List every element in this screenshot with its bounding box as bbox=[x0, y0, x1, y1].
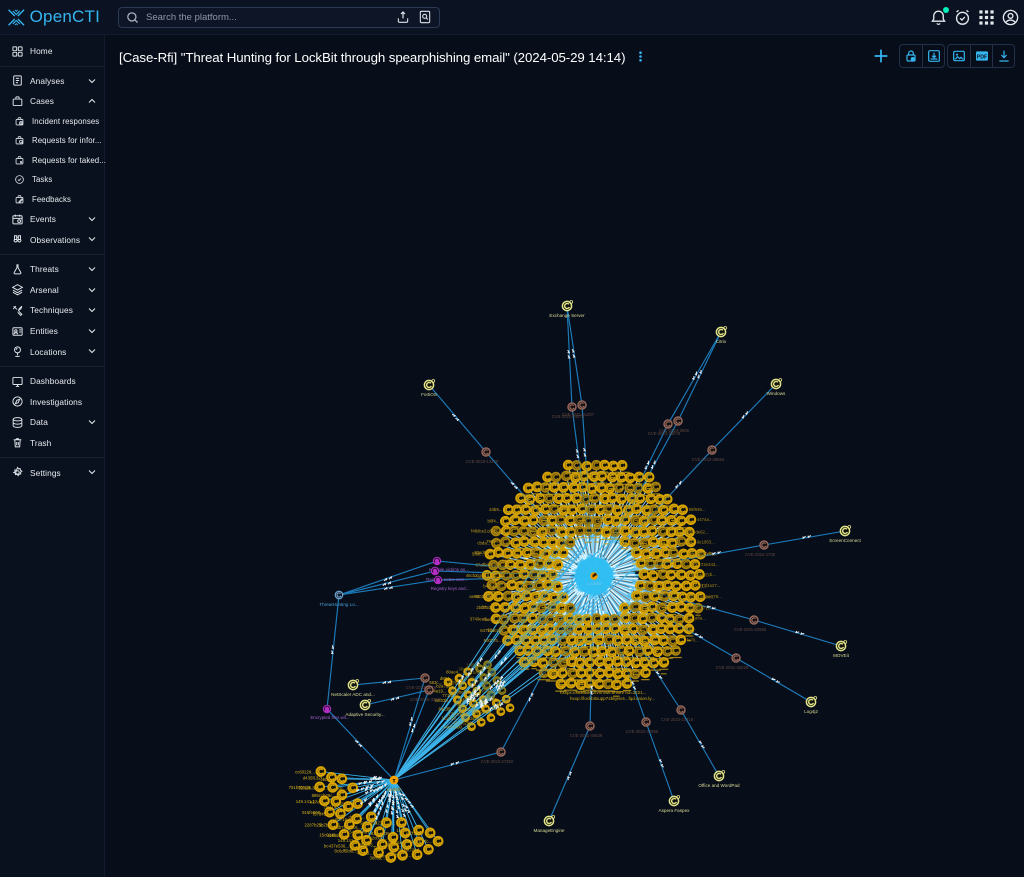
svg-text:CVE-2024-1708: CVE-2024-1708 bbox=[745, 552, 776, 557]
svg-text:Registry keys and...: Registry keys and... bbox=[431, 586, 470, 591]
svg-text:80ae4...: 80ae4... bbox=[446, 670, 462, 675]
svg-text:Windows: Windows bbox=[767, 391, 786, 396]
svg-text:ThreatHunting Lo...: ThreatHunting Lo... bbox=[319, 602, 358, 607]
svg-text:Log4j2: Log4j2 bbox=[804, 709, 818, 714]
svg-text:CVE-2018-13379: CVE-2018-13379 bbox=[466, 459, 499, 464]
svg-text:Citrix: Citrix bbox=[716, 339, 727, 344]
svg-text:30ad82...: 30ad82... bbox=[474, 550, 492, 555]
svg-text:LockBit: LockBit bbox=[387, 787, 403, 792]
svg-text:Encrypted files wit...: Encrypted files wit... bbox=[310, 715, 349, 720]
svg-text:hxxp://lockbitsupp74bkjeiv4...: hxxp://lockbitsupp74bkjeiv4...fqd.onion.… bbox=[570, 696, 655, 701]
svg-text:Adaptive Security...: Adaptive Security... bbox=[345, 712, 384, 717]
svg-text:bc437e536...: bc437e536... bbox=[324, 843, 349, 848]
svg-text:FortiOS: FortiOS bbox=[421, 392, 437, 397]
svg-text:CVE-2021-44228: CVE-2021-44228 bbox=[716, 665, 749, 670]
svg-text:hxxps://lockbitks2tvnmwk.onion: hxxps://lockbitks2tvnmwk.onion/?id=3221.… bbox=[560, 690, 646, 695]
svg-text:0ddb1d7fc...: 0ddb1d7fc... bbox=[408, 839, 432, 844]
svg-text:MOVEit: MOVEit bbox=[833, 653, 850, 658]
svg-text:149.141.1...: 149.141.1... bbox=[296, 799, 319, 804]
svg-text:a8a...: a8a... bbox=[695, 616, 706, 621]
svg-text:b0f4...: b0f4... bbox=[487, 519, 499, 524]
svg-text:7909...: 7909... bbox=[486, 539, 499, 544]
svg-text:ee878...: ee878... bbox=[706, 594, 722, 599]
svg-text:31e15d...: 31e15d... bbox=[482, 573, 500, 578]
svg-text:2eb2...: 2eb2... bbox=[495, 529, 508, 534]
svg-text:Exchange Server: Exchange Server bbox=[549, 313, 585, 318]
svg-text:Ransom notes nam...: Ransom notes nam... bbox=[426, 577, 468, 582]
svg-text:ManageEngine: ManageEngine bbox=[534, 828, 565, 833]
svg-text:2177...: 2177... bbox=[492, 583, 505, 588]
svg-text:2287b21c...: 2287b21c... bbox=[305, 823, 327, 828]
svg-text:CVE-2023-27350: CVE-2023-27350 bbox=[481, 759, 514, 764]
svg-text:Office and WordPad: Office and WordPad bbox=[698, 783, 740, 788]
svg-text:CVE-2022-47986: CVE-2022-47986 bbox=[626, 729, 659, 734]
svg-text:fcbc3f7...: fcbc3f7... bbox=[484, 594, 501, 599]
svg-text:73f4a27...: 73f4a27... bbox=[701, 583, 720, 588]
svg-text:6e6d...: 6e6d... bbox=[485, 617, 498, 622]
svg-text:3e1953...: 3e1953... bbox=[697, 539, 715, 544]
svg-text:f7f92c1...: f7f92c1... bbox=[481, 605, 499, 610]
svg-text:15c024f...: 15c024f... bbox=[319, 832, 338, 837]
svg-text:55f945...: 55f945... bbox=[689, 507, 706, 512]
svg-text:98dcc16...: 98dcc16... bbox=[487, 627, 507, 632]
svg-text:de62...: de62... bbox=[695, 530, 708, 535]
svg-text:751b70528...: 751b70528... bbox=[289, 785, 314, 790]
svg-text:LockBit: LockBit bbox=[587, 581, 603, 586]
svg-text:CVE-2020-3259: CVE-2020-3259 bbox=[410, 697, 441, 702]
svg-text:ScreenConnect: ScreenConnect bbox=[829, 538, 861, 543]
svg-text:CVE-2023-0669: CVE-2023-0669 bbox=[659, 428, 690, 433]
svg-text:7cb...: 7cb... bbox=[705, 572, 716, 577]
svg-text:CVE-2021-22986: CVE-2021-22986 bbox=[734, 627, 767, 632]
svg-text:CVE-2021-40539: CVE-2021-40539 bbox=[570, 733, 603, 738]
svg-text:cc60229...: cc60229... bbox=[295, 770, 315, 775]
svg-text:e57286...: e57286... bbox=[406, 831, 424, 836]
svg-text:Aspera Faspex: Aspera Faspex bbox=[659, 808, 691, 813]
svg-text:4dd...: 4dd... bbox=[685, 626, 696, 631]
svg-text:CVE-2023-36884: CVE-2023-36884 bbox=[692, 457, 725, 462]
svg-text:CVE-2023-21716: CVE-2023-21716 bbox=[661, 717, 694, 722]
svg-text:CVE-2021-31207: CVE-2021-31207 bbox=[562, 412, 595, 417]
svg-text:4474a...: 4474a... bbox=[697, 517, 713, 522]
svg-text:73e343...: 73e343... bbox=[701, 562, 719, 567]
svg-text:fa70...: fa70... bbox=[687, 637, 699, 642]
svg-text:915fe069...: 915fe069... bbox=[302, 810, 324, 815]
svg-text:NetScaler ADC and...: NetScaler ADC and... bbox=[331, 692, 375, 697]
svg-text:34b9...: 34b9... bbox=[489, 507, 502, 512]
